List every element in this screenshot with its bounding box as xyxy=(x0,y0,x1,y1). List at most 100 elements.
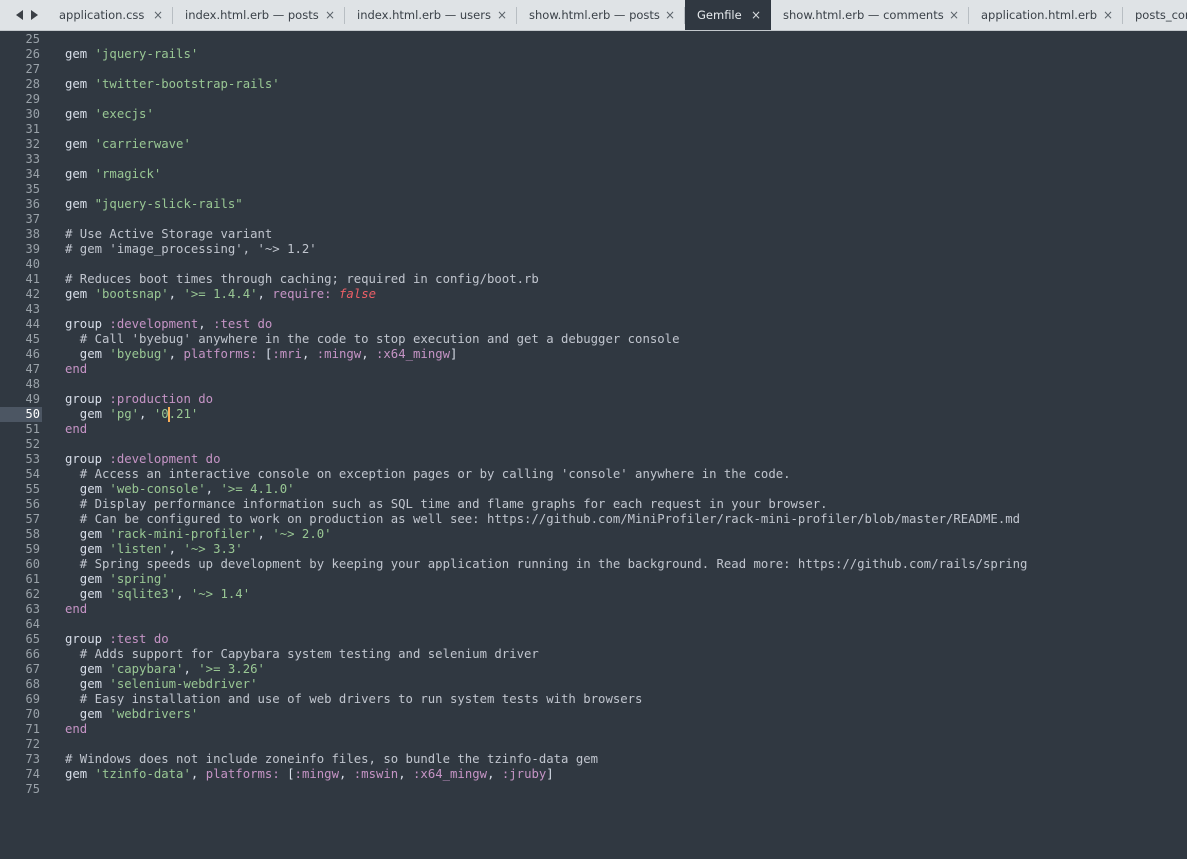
code-line[interactable]: gem 'rack-mini-profiler', '~> 2.0' xyxy=(65,527,332,542)
line-number: 63 xyxy=(25,602,40,616)
code-line[interactable]: gem 'pg', '0.21' xyxy=(65,407,198,422)
code-line[interactable]: end xyxy=(65,422,87,437)
code-line[interactable]: end xyxy=(65,722,87,737)
code-token: , xyxy=(168,347,184,361)
code-token: do xyxy=(146,632,169,646)
code-token: 'listen' xyxy=(109,542,169,556)
line-number: 44 xyxy=(25,317,40,331)
arrow-left-icon[interactable] xyxy=(16,10,23,20)
code-line[interactable]: group :development, :test do xyxy=(65,317,272,332)
code-token: , xyxy=(198,317,214,331)
code-token: gem xyxy=(65,107,95,121)
code-token: 'twitter-bootstrap-rails' xyxy=(94,77,280,91)
code-token: require: xyxy=(272,287,332,301)
line-number: 53 xyxy=(25,452,40,466)
code-token: end xyxy=(65,602,88,616)
code-token: platforms: xyxy=(183,347,258,361)
line-number: 75 xyxy=(25,782,40,796)
line-number: 42 xyxy=(25,287,40,301)
code-line[interactable]: # Can be configured to work on productio… xyxy=(65,512,1020,527)
close-icon[interactable]: × xyxy=(949,8,959,22)
line-number: 70 xyxy=(25,707,40,721)
code-token: , xyxy=(176,587,191,601)
code-line[interactable]: gem 'web-console', '>= 4.1.0' xyxy=(65,482,295,497)
code-line[interactable]: # Use Active Storage variant xyxy=(65,227,272,242)
code-line[interactable]: gem 'listen', '~> 3.3' xyxy=(65,542,243,557)
code-line[interactable]: gem 'tzinfo-data', platforms: [:mingw, :… xyxy=(65,767,554,782)
close-icon[interactable]: × xyxy=(497,8,507,22)
code-line[interactable]: gem 'carrierwave' xyxy=(65,137,191,152)
code-line[interactable]: end xyxy=(65,362,87,377)
tab-2[interactable]: index.html.erb — posts × xyxy=(173,0,345,30)
code-token: gem xyxy=(65,347,110,361)
code-token: 'execjs' xyxy=(94,107,154,121)
line-number: 64 xyxy=(25,617,40,631)
code-token: , xyxy=(361,347,376,361)
code-line[interactable]: # Spring speeds up development by keepin… xyxy=(65,557,1028,572)
line-number: 61 xyxy=(25,572,40,586)
code-token: gem xyxy=(65,197,95,211)
code-token: , xyxy=(139,407,154,421)
tab-6[interactable]: show.html.erb — comments × xyxy=(771,0,969,30)
line-number: 69 xyxy=(25,692,40,706)
close-icon[interactable]: × xyxy=(751,8,761,22)
code-token: # Reduces boot times through caching; re… xyxy=(65,272,539,286)
code-token: :test xyxy=(109,632,147,646)
code-line[interactable]: gem 'spring' xyxy=(65,572,169,587)
code-line[interactable]: # Easy installation and use of web drive… xyxy=(65,692,643,707)
code-line[interactable]: gem 'sqlite3', '~> 1.4' xyxy=(65,587,250,602)
code-line[interactable]: # Access an interactive console on excep… xyxy=(65,467,791,482)
code-token: # Easy installation and use of web drive… xyxy=(65,692,643,706)
code-line[interactable]: gem 'bootsnap', '>= 1.4.4', require: fal… xyxy=(65,287,376,302)
code-line[interactable]: gem 'byebug', platforms: [:mri, :mingw, … xyxy=(65,347,458,362)
close-icon[interactable]: × xyxy=(1103,8,1113,22)
line-number: 66 xyxy=(25,647,40,661)
code-line[interactable]: group :production do xyxy=(65,392,213,407)
tab-5[interactable]: Gemfile × xyxy=(685,0,771,30)
code-line[interactable]: gem 'webdrivers' xyxy=(65,707,198,722)
line-number: 33 xyxy=(25,152,40,166)
code-line[interactable]: group :development do xyxy=(65,452,220,467)
code-line[interactable]: gem 'execjs' xyxy=(65,107,154,122)
tab-8[interactable]: posts_con xyxy=(1123,0,1187,30)
line-number: 27 xyxy=(25,62,40,76)
tab-1[interactable]: application.css × xyxy=(47,0,173,30)
tab-7[interactable]: application.html.erb × xyxy=(969,0,1123,30)
tab-4[interactable]: show.html.erb — posts × xyxy=(517,0,685,30)
close-icon[interactable]: × xyxy=(665,8,675,22)
line-number: 68 xyxy=(25,677,40,691)
editor-window: application.css × index.html.erb — posts × i… xyxy=(0,0,1187,859)
tab-label: application.html.erb xyxy=(981,8,1098,22)
close-icon[interactable]: × xyxy=(153,8,163,22)
code-token: , xyxy=(338,767,354,781)
code-token: platforms: xyxy=(205,767,280,781)
code-line[interactable]: group :test do xyxy=(65,632,169,647)
code-token: gem xyxy=(65,482,110,496)
code-line[interactable]: gem 'rmagick' xyxy=(65,167,161,182)
code-line[interactable]: gem 'capybara', '>= 3.26' xyxy=(65,662,265,677)
code-line[interactable]: # gem 'image_processing', '~> 1.2' xyxy=(65,242,317,257)
code-token: :x64_mingw xyxy=(376,347,451,361)
code-line[interactable]: # Adds support for Capybara system testi… xyxy=(65,647,539,662)
code-line[interactable]: # Call 'byebug' anywhere in the code to … xyxy=(65,332,680,347)
text-caret xyxy=(168,407,170,422)
line-number: 51 xyxy=(25,422,40,436)
code-line[interactable]: # Display performance information such a… xyxy=(65,497,828,512)
code-line[interactable]: # Windows does not include zoneinfo file… xyxy=(65,752,598,767)
code-token: :mri xyxy=(272,347,302,361)
code-line[interactable]: gem 'jquery-rails' xyxy=(65,47,198,62)
code-line[interactable]: end xyxy=(65,602,87,617)
line-number: 59 xyxy=(25,542,40,556)
code-line[interactable]: # Reduces boot times through caching; re… xyxy=(65,272,539,287)
code-line[interactable]: gem 'twitter-bootstrap-rails' xyxy=(65,77,280,92)
code-token: # Call 'byebug' anywhere in the code to … xyxy=(65,332,680,346)
code-line[interactable]: gem "jquery-slick-rails" xyxy=(65,197,243,212)
line-number: 31 xyxy=(25,122,40,136)
close-icon[interactable]: × xyxy=(325,8,335,22)
code-editor[interactable]: 25 26 27 28 29 30 31 32 33 34 35 36 37 38 39 40 41 42 43 44… xyxy=(0,31,1187,859)
code-token: '>= 3.26' xyxy=(198,662,265,676)
arrow-right-icon[interactable] xyxy=(31,10,38,20)
code-line[interactable]: gem 'selenium-webdriver' xyxy=(65,677,258,692)
tab-3[interactable]: index.html.erb — users × xyxy=(345,0,517,30)
code-token: do xyxy=(198,452,221,466)
